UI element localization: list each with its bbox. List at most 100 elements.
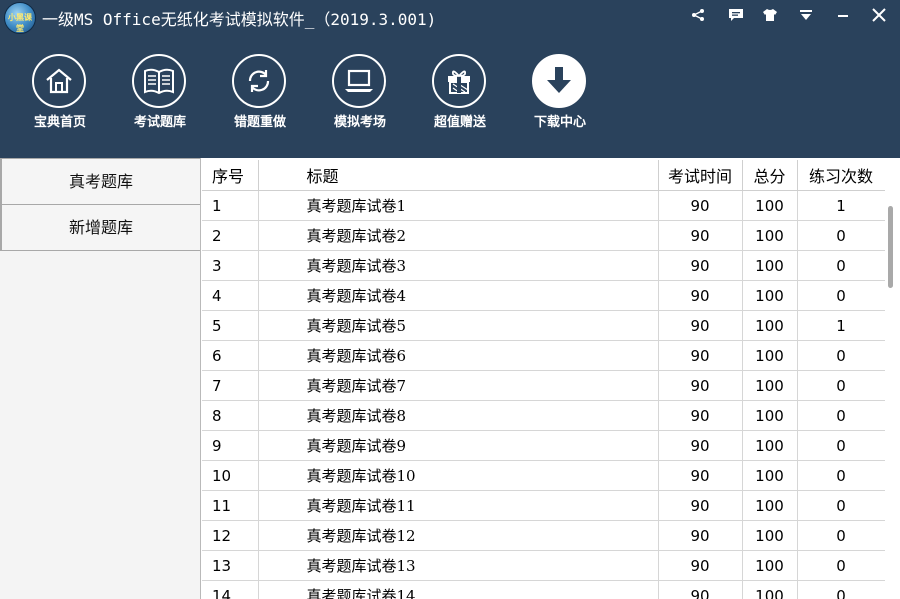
table-row[interactable]: 6 真考题库试卷6 90 100 0: [202, 340, 885, 371]
cell-count: 0: [797, 430, 885, 461]
cell-title: 真考题库试卷1: [258, 190, 659, 221]
cell-count: 1: [797, 310, 885, 341]
column-header-title[interactable]: 标题: [258, 160, 659, 191]
cell-index: 6: [202, 340, 259, 371]
toolbar-home-button[interactable]: 宝典首页: [20, 54, 100, 134]
gift-icon: [432, 54, 486, 108]
table-row[interactable]: 5 真考题库试卷5 90 100 1: [202, 310, 885, 341]
share-icon[interactable]: [687, 5, 709, 25]
cell-index: 10: [202, 460, 259, 491]
column-header-score[interactable]: 总分: [742, 160, 798, 191]
cell-title: 真考题库试卷8: [258, 400, 659, 431]
column-header-index[interactable]: 序号: [202, 160, 259, 191]
cell-score: 100: [742, 400, 798, 431]
cell-score: 100: [742, 190, 798, 221]
toolbar-mock-exam-button[interactable]: 模拟考场: [320, 54, 400, 134]
cell-score: 100: [742, 550, 798, 581]
cell-score: 100: [742, 220, 798, 251]
scrollbar-thumb[interactable]: [888, 206, 893, 288]
cell-index: 13: [202, 550, 259, 581]
toolbar-mock-exam-label: 模拟考场: [333, 115, 386, 130]
table-row[interactable]: 11 真考题库试卷11 90 100 0: [202, 490, 885, 521]
cell-time: 90: [658, 550, 743, 581]
cell-index: 12: [202, 520, 259, 551]
toolbar-download-label: 下载中心: [533, 115, 586, 130]
cell-count: 0: [797, 340, 885, 371]
cell-time: 90: [658, 250, 743, 281]
cell-time: 90: [658, 220, 743, 251]
cell-score: 100: [742, 250, 798, 281]
cell-count: 0: [797, 250, 885, 281]
cell-title: 真考题库试卷11: [258, 490, 659, 521]
cell-title: 真考题库试卷6: [258, 340, 659, 371]
cell-title: 真考题库试卷2: [258, 220, 659, 251]
table-row[interactable]: 8 真考题库试卷8 90 100 0: [202, 400, 885, 431]
cell-score: 100: [742, 580, 798, 599]
logo-text: 小黑课堂: [8, 13, 32, 33]
cell-score: 100: [742, 280, 798, 311]
cell-time: 90: [658, 520, 743, 551]
cell-title: 真考题库试卷14: [258, 580, 659, 599]
cell-score: 100: [742, 520, 798, 551]
toolbar-gift-label: 超值赠送: [433, 115, 486, 130]
table-row[interactable]: 12 真考题库试卷12 90 100 0: [202, 520, 885, 551]
close-icon[interactable]: [868, 5, 890, 25]
cell-index: 2: [202, 220, 259, 251]
cell-score: 100: [742, 490, 798, 521]
toolbar-home-label: 宝典首页: [33, 115, 86, 130]
cell-index: 11: [202, 490, 259, 521]
table-row[interactable]: 10 真考题库试卷10 90 100 0: [202, 460, 885, 491]
table-row[interactable]: 3 真考题库试卷3 90 100 0: [202, 250, 885, 281]
sidebar-item-new-question-bank[interactable]: 新增题库: [0, 205, 200, 251]
cell-title: 真考题库试卷13: [258, 550, 659, 581]
shirt-icon[interactable]: [759, 5, 781, 25]
table-row[interactable]: 2 真考题库试卷2 90 100 0: [202, 220, 885, 251]
table-row[interactable]: 7 真考题库试卷7 90 100 0: [202, 370, 885, 401]
column-header-time[interactable]: 考试时间: [658, 160, 743, 191]
cell-time: 90: [658, 580, 743, 599]
app-header: 小黑课堂 一级MS Office无纸化考试模拟软件_（2019.3.001) 宝…: [0, 0, 900, 158]
toolbar-exam-bank-button[interactable]: 考试题库: [120, 54, 200, 134]
sidebar-item-real-exam-bank[interactable]: 真考题库: [0, 158, 200, 205]
cell-count: 0: [797, 490, 885, 521]
minimize-icon[interactable]: [832, 5, 854, 25]
table-row[interactable]: 4 真考题库试卷4 90 100 0: [202, 280, 885, 311]
toolbar-download-button[interactable]: 下载中心: [520, 54, 600, 134]
toolbar-redo-wrong-button[interactable]: 错题重做: [220, 54, 300, 134]
dropdown-icon[interactable]: [795, 5, 817, 25]
message-icon[interactable]: [725, 5, 747, 25]
cell-time: 90: [658, 370, 743, 401]
table-row[interactable]: 13 真考题库试卷13 90 100 0: [202, 550, 885, 581]
cell-count: 0: [797, 460, 885, 491]
cell-index: 9: [202, 430, 259, 461]
table-row[interactable]: 1 真考题库试卷1 90 100 1: [202, 190, 885, 221]
cell-title: 真考题库试卷10: [258, 460, 659, 491]
exam-table-container: 序号 标题 考试时间 总分 练习次数 1 真考题库试卷1 90 100 1 2 真考题库试卷…: [202, 160, 885, 599]
laptop-icon: [332, 54, 386, 108]
cell-title: 真考题库试卷5: [258, 310, 659, 341]
book-icon: [132, 54, 186, 108]
cell-index: 8: [202, 400, 259, 431]
cell-count: 0: [797, 370, 885, 401]
cell-count: 0: [797, 580, 885, 599]
column-header-count[interactable]: 练习次数: [797, 160, 885, 191]
cell-index: 1: [202, 190, 259, 221]
cell-count: 0: [797, 400, 885, 431]
toolbar-gift-button[interactable]: 超值赠送: [420, 54, 500, 134]
cell-count: 0: [797, 550, 885, 581]
cell-score: 100: [742, 340, 798, 371]
table-row[interactable]: 9 真考题库试卷9 90 100 0: [202, 430, 885, 461]
toolbar-exam-bank-label: 考试题库: [133, 115, 186, 130]
cell-count: 0: [797, 220, 885, 251]
exam-table: 序号 标题 考试时间 总分 练习次数 1 真考题库试卷1 90 100 1 2 真考题库试卷…: [202, 160, 885, 599]
cell-score: 100: [742, 310, 798, 341]
cell-time: 90: [658, 310, 743, 341]
cell-time: 90: [658, 430, 743, 461]
table-row[interactable]: 14 真考题库试卷14 90 100 0: [202, 580, 885, 599]
window-title: 一级MS Office无纸化考试模拟软件_（2019.3.001): [42, 10, 437, 29]
cell-score: 100: [742, 370, 798, 401]
cell-title: 真考题库试卷9: [258, 430, 659, 461]
cell-time: 90: [658, 460, 743, 491]
cell-index: 7: [202, 370, 259, 401]
home-icon: [32, 54, 86, 108]
